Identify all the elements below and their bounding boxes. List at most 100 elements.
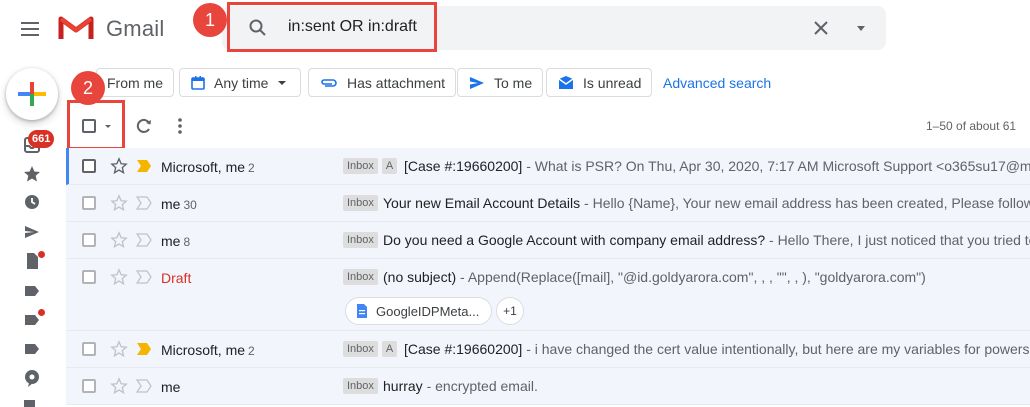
email-row[interactable]: me 8 Inbox Do you need a Google Account w…: [66, 222, 1030, 259]
sender-name: me: [161, 379, 181, 395]
email-sender: me: [161, 379, 180, 395]
unread-mail-icon: [558, 75, 574, 89]
any-time-chip[interactable]: Any time: [179, 68, 302, 97]
thread-count: 2: [248, 161, 255, 175]
star-icon[interactable]: [110, 268, 128, 286]
email-labels: Inbox: [343, 232, 382, 248]
more-options-icon[interactable]: [170, 116, 190, 136]
row-checkbox[interactable]: [82, 270, 96, 284]
main-menu-icon[interactable]: [18, 17, 42, 41]
from-me-label: From me: [107, 74, 163, 91]
chat-icon[interactable]: [22, 368, 42, 388]
label-icon[interactable]: [22, 339, 42, 359]
clear-search-icon[interactable]: [811, 18, 831, 38]
sender-name: Microsoft, me: [161, 159, 246, 175]
send-arrow-icon: [470, 76, 484, 89]
gmail-logo-icon[interactable]: [58, 13, 94, 41]
email-row[interactable]: me 30 Inbox Your new Email Account Detail…: [66, 185, 1030, 222]
pagination-text: 1–50 of about 61: [926, 119, 1017, 133]
from-me-chip[interactable]: From me: [96, 68, 174, 97]
has-attachment-label: Has attachment: [347, 74, 446, 91]
label-a[interactable]: A: [381, 158, 398, 174]
important-marker-icon[interactable]: [136, 196, 152, 210]
annotation-badge-2: 2: [71, 71, 105, 105]
row-checkbox[interactable]: [82, 159, 96, 173]
email-subject: Do you need a Google Account with compan…: [383, 232, 766, 248]
dropdown-arrow-icon: [278, 80, 287, 85]
plus-icon: [18, 82, 46, 106]
gmail-app: Gmail 1 661: [0, 0, 1030, 407]
star-icon[interactable]: [110, 377, 128, 395]
email-row[interactable]: me Inbox hurray - encrypted email.: [66, 368, 1030, 405]
sender-name: me: [161, 233, 181, 249]
label-dot: [38, 309, 45, 316]
label-inbox[interactable]: Inbox: [343, 158, 378, 174]
email-preview: - What is PSR? On Thu, Apr 30, 2020, 7:1…: [526, 158, 1030, 174]
compose-button[interactable]: [6, 68, 58, 120]
row-checkbox[interactable]: [82, 342, 96, 356]
select-highlight-box: [67, 100, 125, 150]
email-labels: Inbox A: [343, 158, 401, 174]
advanced-search-link[interactable]: Advanced search: [663, 75, 771, 91]
star-icon[interactable]: [110, 194, 128, 212]
email-subject: [Case #:19660200]: [404, 158, 523, 174]
email-subject-line: [Case #:19660200] - i have changed the c…: [404, 341, 1030, 357]
row-checkbox[interactable]: [82, 379, 96, 393]
important-marker-icon[interactable]: [136, 379, 152, 393]
email-subject: hurray: [383, 378, 423, 394]
label-inbox[interactable]: Inbox: [343, 341, 378, 357]
label-inbox[interactable]: Inbox: [343, 195, 378, 211]
email-preview: - Hello {Name}, Your new email address h…: [580, 195, 1030, 211]
star-icon[interactable]: [110, 231, 128, 249]
document-icon: [357, 304, 367, 318]
sender-name: Microsoft, me: [161, 342, 246, 358]
label-inbox[interactable]: Inbox: [343, 232, 378, 248]
email-preview: - Hello There, I just noticed that you t…: [769, 232, 1030, 248]
email-labels: Inbox: [343, 195, 382, 211]
email-sender: Microsoft, me 2: [161, 342, 255, 358]
star-icon[interactable]: [110, 340, 128, 358]
has-attachment-chip[interactable]: Has attachment: [308, 68, 457, 97]
any-time-label: Any time: [214, 74, 269, 91]
label-inbox[interactable]: Inbox: [343, 378, 378, 394]
row-checkbox[interactable]: [82, 196, 96, 210]
email-row[interactable]: Microsoft, me 2 Inbox A [Case #:19660200]…: [66, 331, 1030, 368]
label-a[interactable]: A: [381, 341, 398, 357]
label-icon[interactable]: [22, 281, 42, 301]
refresh-icon[interactable]: [134, 116, 154, 136]
thread-count: 2: [248, 344, 255, 358]
sent-icon[interactable]: [22, 222, 42, 242]
label-inbox[interactable]: Inbox: [343, 269, 378, 285]
star-icon[interactable]: [110, 157, 128, 175]
video-icon[interactable]: [22, 396, 42, 407]
email-row[interactable]: Draft Inbox (no subject) - Append(Replac…: [66, 259, 1030, 331]
important-marker-icon[interactable]: [136, 233, 152, 247]
more-attachments-button[interactable]: +1: [496, 297, 524, 325]
starred-icon[interactable]: [22, 164, 42, 184]
important-marker-icon[interactable]: [136, 342, 152, 356]
thread-count: 8: [183, 235, 191, 249]
email-subject: Your new Email Account Details: [383, 195, 581, 211]
is-unread-chip[interactable]: Is unread: [546, 68, 653, 97]
important-marker-icon[interactable]: [136, 159, 152, 173]
attachment-icon: [321, 78, 337, 87]
to-me-chip[interactable]: To me: [457, 68, 544, 97]
email-subject-line: (no subject) - Append(Replace([mail], "@…: [383, 269, 1030, 285]
row-checkbox[interactable]: [82, 233, 96, 247]
calendar-icon: [191, 75, 205, 90]
snoozed-icon[interactable]: [22, 192, 42, 212]
attachment-chip[interactable]: GoogleIDPMeta...: [345, 297, 493, 325]
is-unread-label: Is unread: [583, 74, 642, 91]
to-me-label: To me: [494, 74, 533, 91]
email-sender: Draft: [161, 270, 191, 286]
email-preview: - encrypted email.: [422, 378, 538, 394]
email-preview: - Append(Replace([mail], "@id.goldyarora…: [456, 269, 926, 285]
email-subject-line: Do you need a Google Account with compan…: [383, 232, 1030, 248]
email-subject-line: Your new Email Account Details - Hello {…: [383, 195, 1030, 211]
annotation-badge-1: 1: [193, 3, 227, 37]
email-labels: Inbox: [343, 269, 382, 285]
header: Gmail: [0, 0, 1030, 58]
important-marker-icon[interactable]: [136, 270, 152, 284]
email-row[interactable]: Microsoft, me 2 Inbox A [Case #:19660200]…: [66, 148, 1030, 185]
search-options-icon[interactable]: [851, 18, 871, 38]
